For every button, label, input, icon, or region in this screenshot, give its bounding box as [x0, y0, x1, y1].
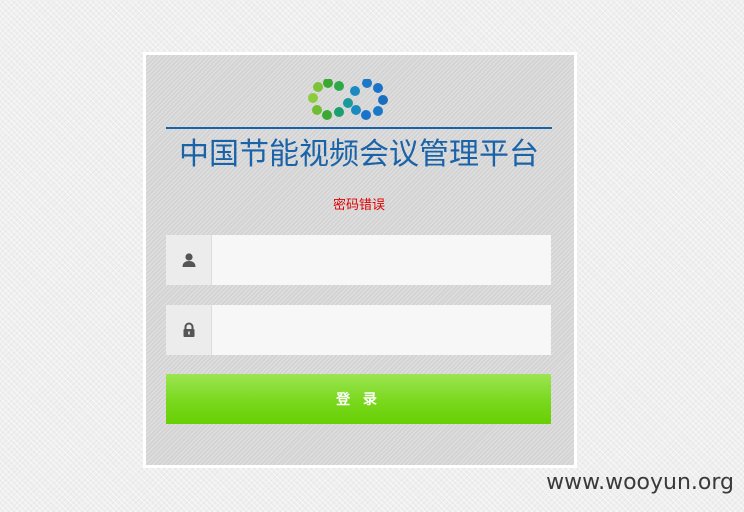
user-icon — [166, 235, 212, 285]
lock-icon — [166, 305, 212, 355]
page-title: 中国节能视频会议管理平台 — [179, 137, 539, 172]
password-field — [166, 305, 551, 355]
error-message: 密码错误 — [332, 198, 385, 213]
username-field — [166, 235, 551, 285]
title-divider — [166, 127, 552, 129]
infinity-logo-icon — [308, 79, 388, 120]
login-card: 中国节能视频会议管理平台 密码错误 登 录 — [143, 52, 577, 468]
watermark-text: www.wooyun.org — [546, 470, 734, 495]
username-input[interactable] — [212, 235, 551, 285]
login-button[interactable]: 登 录 — [166, 374, 551, 424]
password-input[interactable] — [212, 305, 551, 355]
